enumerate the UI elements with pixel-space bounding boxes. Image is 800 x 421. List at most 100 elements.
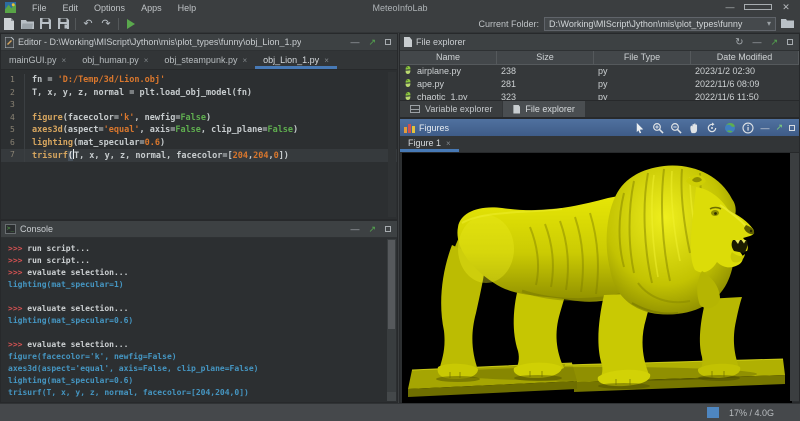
- figures-detach-icon[interactable]: ↗: [775, 122, 783, 133]
- editor-tab-obj_steampunk.py[interactable]: obj_steampunk.py×: [156, 51, 255, 69]
- code-text: lighting(mat_specular=0.6): [32, 137, 165, 150]
- memory-indicator-icon[interactable]: [707, 407, 719, 418]
- menu-apps[interactable]: Apps: [133, 3, 170, 13]
- browse-folder-icon[interactable]: [781, 18, 794, 30]
- line-number: 5: [1, 124, 25, 137]
- column-date-modified[interactable]: Date Modified: [691, 51, 799, 64]
- console-detach-icon[interactable]: ↗: [368, 221, 376, 238]
- console-title: Console: [20, 224, 53, 234]
- close-icon[interactable]: ×: [242, 56, 247, 65]
- window-controls: — ✕: [716, 0, 800, 15]
- column-size[interactable]: Size: [497, 51, 594, 64]
- code-line-1[interactable]: 1fn = 'D:/Temp/3d/Lion.obj': [1, 74, 397, 87]
- code-line-7[interactable]: 7trisurf(T, x, y, z, normal, facecolor=[…: [1, 149, 397, 162]
- table-row-chaotic_1.py[interactable]: chaotic_1.py323py2022/11/6 11:50: [400, 91, 799, 100]
- code-line-4[interactable]: 4 figure(facecolor='k', newfig=False): [1, 112, 397, 125]
- column-file-type[interactable]: File Type: [594, 51, 691, 64]
- file-explorer-detach-icon[interactable]: ↗: [770, 34, 778, 51]
- editor-minimize-icon[interactable]: —: [350, 34, 359, 51]
- window-maximize-icon[interactable]: [744, 0, 772, 15]
- figures-minimize-icon[interactable]: —: [760, 123, 769, 133]
- token: trisurf: [32, 151, 68, 161]
- column-name[interactable]: Name: [400, 51, 497, 64]
- token: (mat_specular=: [73, 138, 145, 148]
- table-row-airplane.py[interactable]: airplane.py238py2023/1/2 02:30: [400, 65, 799, 78]
- token: T, x, y, z, normal, facecolor=[: [74, 151, 233, 161]
- save-icon[interactable]: [36, 16, 54, 31]
- new-file-icon[interactable]: [0, 16, 18, 31]
- code-line-6[interactable]: 6lighting(mat_specular=0.6): [1, 137, 397, 150]
- close-icon[interactable]: ×: [324, 56, 329, 65]
- figures-maximize-icon[interactable]: [789, 123, 795, 133]
- python-file-icon: [403, 78, 413, 91]
- figures-panel: Figures — ↗ Figure 1 ×: [399, 118, 800, 403]
- close-icon[interactable]: ×: [62, 56, 67, 65]
- figure-tab-label: Figure 1: [408, 138, 441, 148]
- editor-detach-icon[interactable]: ↗: [368, 34, 376, 51]
- menu-help[interactable]: Help: [170, 3, 205, 13]
- code-area[interactable]: 1fn = 'D:/Temp/3d/Lion.obj'2T, x, y, z, …: [1, 71, 397, 219]
- console-scrollbar[interactable]: [387, 239, 396, 392]
- code-line-5[interactable]: 5axes3d(aspect='equal', axis=False, clip…: [1, 124, 397, 137]
- close-icon[interactable]: ×: [446, 139, 451, 148]
- file-explorer-minimize-icon[interactable]: —: [752, 34, 761, 51]
- close-icon[interactable]: ×: [144, 56, 149, 65]
- open-folder-icon[interactable]: [18, 16, 36, 31]
- redo-icon[interactable]: ↷: [97, 16, 115, 31]
- line-number: 4: [1, 112, 25, 125]
- file-explorer-maximize-icon[interactable]: [787, 34, 793, 51]
- table-row-ape.py[interactable]: ape.py281py2022/11/6 08:09: [400, 78, 799, 91]
- globe-icon[interactable]: [724, 122, 736, 134]
- current-folder-bar: Current Folder: D:\Working\MIScript\Jyth…: [478, 17, 800, 31]
- current-folder-label: Current Folder:: [478, 19, 539, 29]
- select-cursor-icon[interactable]: [634, 122, 646, 134]
- console-text: lighting(mat_specular=1): [8, 280, 124, 289]
- token: ): [206, 113, 211, 123]
- editor-tab-obj_Lion_1.py[interactable]: obj_Lion_1.py×: [255, 51, 337, 69]
- token: 'k': [119, 113, 134, 123]
- tab-variable-explorer[interactable]: Variable explorer: [400, 101, 502, 117]
- tab-file-explorer[interactable]: File explorer: [503, 101, 585, 117]
- console-maximize-icon[interactable]: [385, 221, 391, 238]
- figure-canvas[interactable]: [402, 153, 792, 403]
- code-line-2[interactable]: 2T, x, y, z, normal = plt.load_obj_model…: [1, 87, 397, 100]
- chevron-down-icon[interactable]: ▾: [767, 18, 771, 30]
- tab-figure-1[interactable]: Figure 1 ×: [400, 134, 459, 152]
- token: , axis=: [140, 125, 176, 135]
- menu-file[interactable]: File: [24, 3, 55, 13]
- editor-tab-label: obj_human.py: [82, 55, 139, 65]
- console-line: [8, 291, 387, 303]
- undo-icon[interactable]: ↶: [79, 16, 97, 31]
- editor-tab-obj_human.py[interactable]: obj_human.py ×: [74, 51, 156, 69]
- token: axes3d: [32, 125, 63, 135]
- bottom-tab-label: Variable explorer: [425, 104, 492, 114]
- menu-options[interactable]: Options: [86, 3, 133, 13]
- console-output[interactable]: >>> run script...>>> run script...>>> ev…: [1, 239, 387, 402]
- editor-tab-mainGUI.py[interactable]: mainGUI.py×: [1, 51, 74, 69]
- console-minimize-icon[interactable]: —: [350, 221, 359, 238]
- console-prompt: >>>: [8, 340, 27, 349]
- pan-hand-icon[interactable]: [688, 122, 700, 134]
- save-as-icon[interactable]: [54, 16, 72, 31]
- menu-edit[interactable]: Edit: [55, 3, 87, 13]
- zoom-out-icon[interactable]: [670, 122, 682, 134]
- figures-title: Figures: [419, 123, 449, 133]
- editor-panel: Editor - D:\Working\MIScript\Jython\mis\…: [0, 33, 398, 220]
- editor-scrollbar[interactable]: [388, 72, 396, 217]
- refresh-icon[interactable]: ↻: [735, 34, 743, 51]
- code-line-3[interactable]: 3: [1, 99, 397, 112]
- rotate-icon[interactable]: [706, 122, 718, 134]
- window-minimize-icon[interactable]: —: [716, 0, 744, 15]
- editor-tabbar: mainGUI.py×obj_human.py×obj_steampunk.py…: [1, 51, 397, 70]
- variable-grid-icon: [410, 105, 420, 113]
- editor-maximize-icon[interactable]: [385, 34, 391, 51]
- window-close-icon[interactable]: ✕: [772, 0, 800, 15]
- current-folder-combobox[interactable]: D:\Working\MIScript\Jython\mis\plot_type…: [544, 17, 776, 31]
- token: (aspect=: [63, 125, 104, 135]
- info-icon[interactable]: [742, 122, 754, 134]
- run-script-icon[interactable]: [122, 16, 140, 31]
- console-text: lighting(mat_specular=0.6): [8, 316, 133, 325]
- code-text: figure(facecolor='k', newfig=False): [32, 112, 211, 125]
- zoom-in-icon[interactable]: [652, 122, 664, 134]
- console-prompt: >>>: [8, 268, 27, 277]
